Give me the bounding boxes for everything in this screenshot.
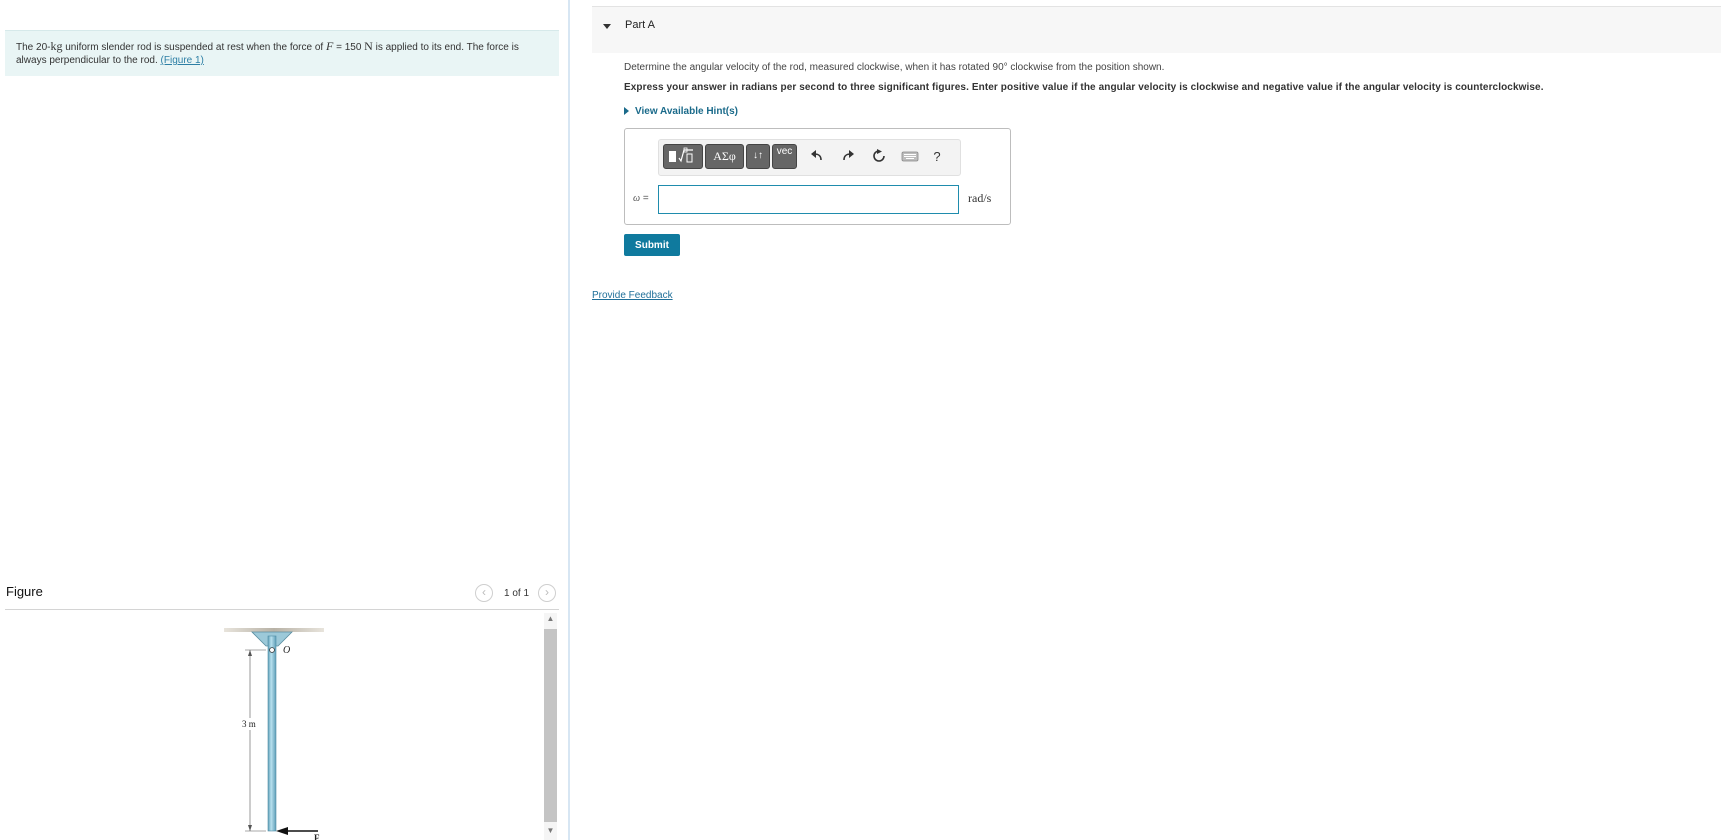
part-title[interactable]: Part A bbox=[625, 19, 655, 31]
pivot-pin bbox=[269, 647, 275, 653]
equals-sign: = bbox=[640, 193, 649, 204]
scroll-down-icon[interactable]: ▼ bbox=[545, 826, 556, 836]
chevron-left-icon: ‹ bbox=[482, 585, 486, 599]
arrows-button[interactable]: ↓↑ bbox=[746, 144, 770, 169]
force-arrowhead bbox=[276, 827, 288, 835]
submit-button[interactable]: Submit bbox=[624, 234, 680, 256]
problem-statement: The 20-kg uniform slender rod is suspend… bbox=[5, 30, 559, 76]
templates-button[interactable] bbox=[663, 144, 703, 169]
problem-text: The 20- bbox=[16, 42, 51, 53]
question-text: Determine the angular velocity of the ro… bbox=[624, 62, 1165, 73]
next-figure-button[interactable]: › bbox=[538, 584, 556, 602]
figure-counter: 1 of 1 bbox=[504, 588, 530, 599]
problem-text: = 150 bbox=[333, 42, 365, 53]
rod-figure: O 3 m F bbox=[224, 628, 324, 840]
redo-icon[interactable] bbox=[838, 149, 858, 167]
keyboard-icon[interactable] bbox=[900, 149, 920, 166]
pivot-label: O bbox=[283, 645, 290, 656]
part-header[interactable] bbox=[592, 6, 1721, 53]
caret-right-icon bbox=[624, 107, 629, 115]
templates-icon bbox=[669, 147, 693, 163]
panel-splitter[interactable] bbox=[568, 0, 570, 840]
units-label: rad/s bbox=[968, 191, 992, 205]
reset-icon[interactable] bbox=[869, 149, 889, 167]
provide-feedback-link[interactable]: Provide Feedback bbox=[592, 290, 673, 301]
force-label: F bbox=[314, 833, 320, 840]
mass-unit: kg bbox=[50, 39, 63, 53]
rod bbox=[267, 635, 277, 832]
previous-figure-button[interactable]: ‹ bbox=[475, 584, 493, 602]
dimension-arrow bbox=[248, 650, 252, 656]
help-button[interactable]: ? bbox=[927, 149, 947, 164]
divider bbox=[5, 609, 559, 610]
collapse-caret-icon[interactable] bbox=[603, 24, 611, 29]
figure-link[interactable]: (Figure 1) bbox=[161, 55, 204, 66]
problem-panel: The 20-kg uniform slender rod is suspend… bbox=[0, 0, 568, 840]
ceiling bbox=[224, 628, 324, 632]
vector-button[interactable]: vec bbox=[772, 144, 797, 169]
scroll-up-icon[interactable]: ▲ bbox=[545, 614, 556, 624]
answer-variable-label: ω = bbox=[633, 193, 649, 204]
view-hints-toggle[interactable]: View Available Hint(s) bbox=[624, 106, 738, 117]
figure-heading: Figure bbox=[6, 584, 43, 599]
angular-velocity-input[interactable] bbox=[658, 185, 959, 214]
length-label: 3 m bbox=[242, 719, 256, 729]
chevron-right-icon: › bbox=[545, 585, 549, 599]
omega-symbol: ω bbox=[633, 193, 641, 204]
greek-symbols-button[interactable]: ΑΣφ bbox=[705, 144, 744, 169]
math-toolbar: ΑΣφ ↓↑ vec ? bbox=[658, 139, 961, 176]
answer-instructions: Express your answer in radians per secon… bbox=[624, 82, 1544, 93]
hint-label: View Available Hint(s) bbox=[635, 106, 738, 117]
undo-icon[interactable] bbox=[807, 149, 827, 167]
force-unit: N bbox=[364, 39, 373, 53]
dimension-arrow bbox=[248, 825, 252, 831]
figure-scrollbar-thumb[interactable] bbox=[544, 629, 557, 822]
problem-text: uniform slender rod is suspended at rest… bbox=[62, 42, 326, 53]
